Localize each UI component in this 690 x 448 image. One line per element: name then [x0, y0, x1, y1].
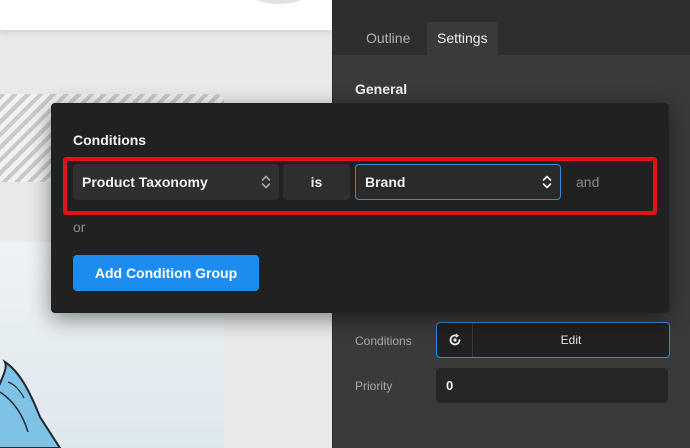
conditions-row-label: Conditions	[355, 334, 412, 348]
tab-outline[interactable]: Outline	[356, 22, 420, 55]
value-select[interactable]: Brand	[355, 164, 561, 200]
conditions-edit-button[interactable]: Edit	[473, 323, 669, 357]
conditions-popup: Conditions Product Taxonomy is Brand and…	[51, 103, 669, 313]
taxonomy-select-value: Product Taxonomy	[82, 174, 208, 190]
popup-title: Conditions	[73, 132, 147, 148]
chevron-updown-icon	[542, 165, 552, 199]
value-select-value: Brand	[365, 174, 406, 190]
chevron-updown-icon	[261, 164, 271, 200]
conditions-edit-control[interactable]: Edit	[436, 322, 670, 358]
conditions-edit-icon[interactable]	[437, 323, 473, 357]
and-button[interactable]: and	[576, 174, 599, 190]
add-condition-group-button[interactable]: Add Condition Group	[73, 255, 259, 291]
priority-input[interactable]: 0	[436, 368, 668, 403]
section-title-general: General	[355, 81, 408, 97]
or-button[interactable]: or	[73, 219, 85, 235]
refresh-gear-icon	[449, 333, 460, 346]
canvas-top-card	[0, 0, 332, 30]
tab-settings[interactable]: Settings	[427, 22, 498, 55]
priority-row-label: Priority	[355, 379, 393, 393]
taxonomy-select[interactable]: Product Taxonomy	[73, 164, 279, 200]
panel-tabs: Outline Settings	[333, 0, 690, 55]
operator-select[interactable]: is	[283, 164, 350, 200]
